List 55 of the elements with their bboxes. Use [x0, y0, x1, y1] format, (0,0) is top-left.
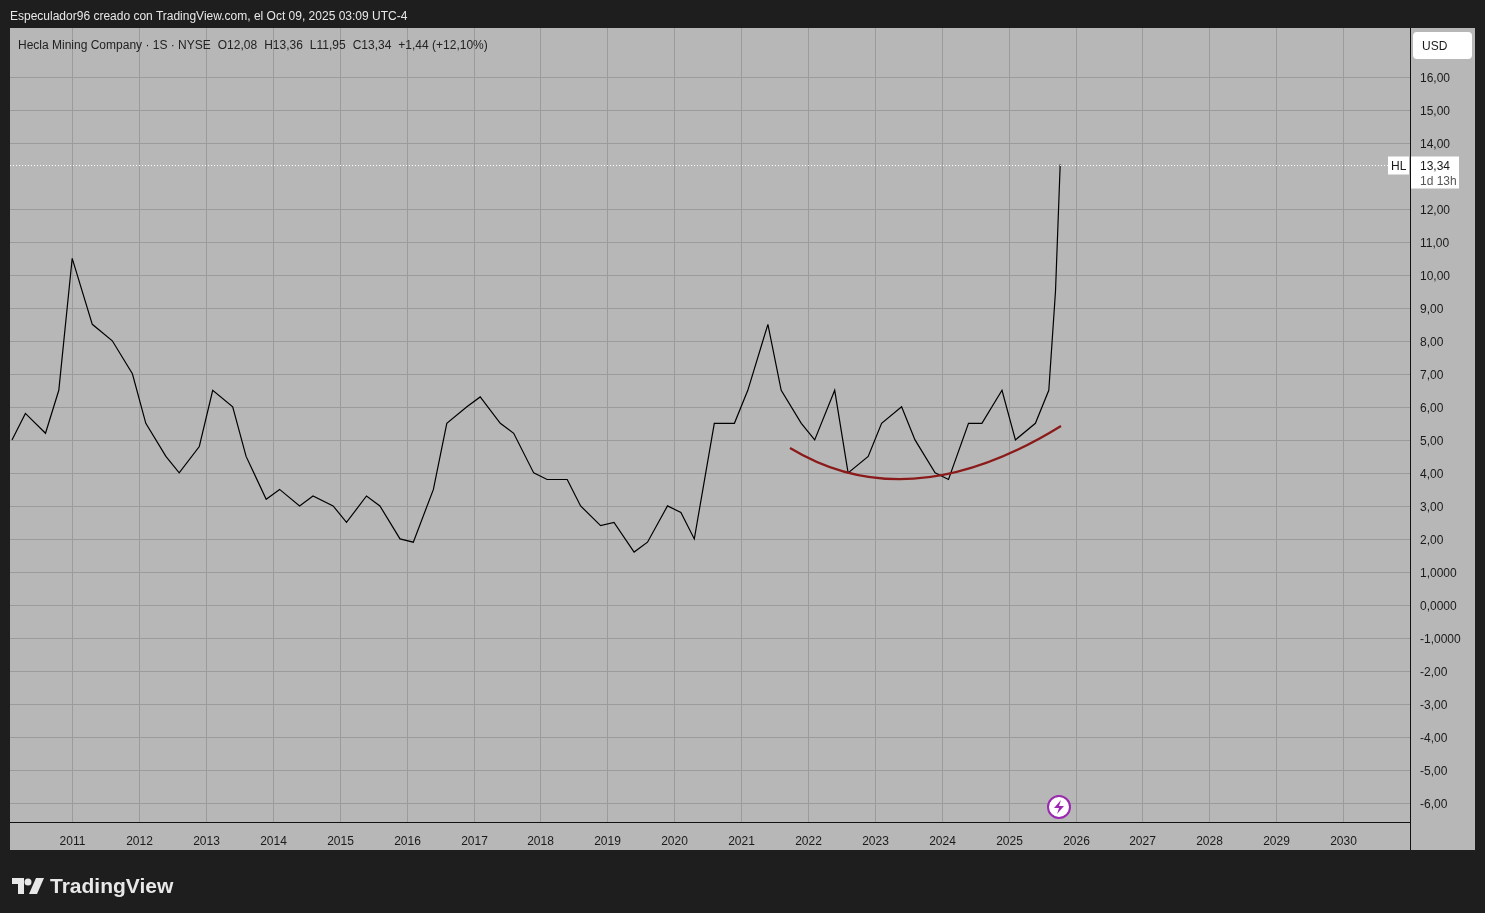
- x-axis-label: 2020: [661, 834, 688, 848]
- last-price-label: 13,34 1d 13h: [1411, 156, 1459, 189]
- y-axis-label: 0,0000: [1420, 598, 1457, 613]
- x-axis-label: 2027: [1129, 834, 1156, 848]
- y-axis-label: 9,00: [1420, 301, 1444, 316]
- y-axis-label: 4,00: [1420, 466, 1444, 481]
- x-axis-label: 2011: [59, 834, 86, 848]
- x-axis-label: 2014: [260, 834, 287, 848]
- low-value: L11,95: [309, 37, 346, 54]
- symbol-title: Hecla Mining Company · 1S · NYSE: [18, 37, 211, 54]
- y-axis-label: 8,00: [1420, 334, 1444, 349]
- x-axis-label: 2022: [795, 834, 822, 848]
- y-axis-label: 1,0000: [1420, 565, 1457, 580]
- x-axis-label: 2019: [594, 834, 621, 848]
- x-axis-label: 2029: [1263, 834, 1290, 848]
- x-axis-label: 2028: [1196, 834, 1223, 848]
- y-axis-label: 12,00: [1420, 202, 1451, 217]
- x-axis-label: 2016: [394, 834, 421, 848]
- change-value: +1,44 (+12,10%): [398, 37, 488, 54]
- x-axis-label: 2025: [996, 834, 1023, 848]
- x-axis-label: 2017: [461, 834, 488, 848]
- y-axis-label: -2,00: [1420, 664, 1448, 679]
- chart-attribution: Especulador96 creado con TradingView.com, el Oct 09, 2025 03:09 UTC-4: [9, 8, 409, 25]
- y-axis-label: -3,00: [1420, 697, 1448, 712]
- y-axis-label: 16,00: [1420, 70, 1451, 85]
- symbol-tag: HL: [1388, 156, 1409, 175]
- y-axis-label: -6,00: [1420, 796, 1448, 811]
- lightning-icon[interactable]: [1047, 795, 1071, 819]
- open-value: O12,08: [217, 37, 258, 54]
- brand-name: TradingView: [50, 873, 174, 899]
- x-axis-label: 2013: [193, 834, 220, 848]
- y-axis-label: 3,00: [1420, 499, 1444, 514]
- x-axis-label: 2024: [929, 834, 956, 848]
- y-axis-label: 6,00: [1420, 400, 1444, 415]
- y-axis-label: -4,00: [1420, 730, 1448, 745]
- high-value: H13,36: [264, 37, 303, 54]
- y-axis-label: 11,00: [1420, 235, 1450, 250]
- y-axis-label: 7,00: [1420, 367, 1444, 382]
- y-axis-label: 2,00: [1420, 532, 1444, 547]
- x-axis-label: 2026: [1063, 834, 1090, 848]
- y-axis-label: 10,00: [1420, 268, 1451, 283]
- x-axis-label: 2030: [1330, 834, 1357, 848]
- x-axis-label: 2012: [126, 834, 153, 848]
- y-axis-label: -1,0000: [1420, 631, 1461, 646]
- y-axis-label: 15,00: [1420, 103, 1451, 118]
- y-axis-label: 14,00: [1420, 136, 1451, 151]
- x-axis-label: 2018: [527, 834, 554, 848]
- x-axis-label: 2023: [862, 834, 889, 848]
- y-axis-label: -5,00: [1420, 763, 1448, 778]
- close-value: C13,34: [352, 37, 392, 54]
- x-axis-label: 2021: [728, 834, 755, 848]
- y-axis-label: 5,00: [1420, 433, 1444, 448]
- x-axis-label: 2015: [327, 834, 354, 848]
- logo-icon: [12, 877, 44, 894]
- currency-button[interactable]: USD: [1413, 32, 1472, 59]
